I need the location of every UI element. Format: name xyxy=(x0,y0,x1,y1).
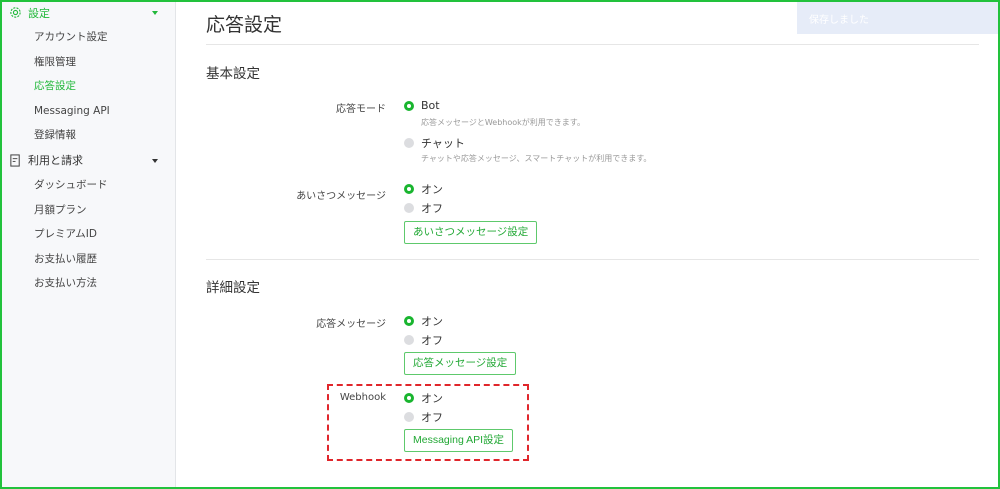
radio-reply-off[interactable]: オフ xyxy=(404,332,443,348)
sidebar-group-settings[interactable]: 設定 xyxy=(0,0,175,25)
page-title: 応答設定 xyxy=(206,14,283,36)
section-title-basic: 基本設定 xyxy=(206,66,260,82)
main-content: 応答設定 基本設定 応答モード Bot 応答メッセージとWebhookが利用でき… xyxy=(206,0,980,452)
radio-label: Bot xyxy=(421,99,440,112)
radio-chat[interactable]: チャット xyxy=(404,135,465,151)
gear-icon xyxy=(10,7,21,18)
radio-label: オフ xyxy=(421,334,443,347)
sidebar: 設定 アカウント設定 権限管理 応答設定 Messaging API 登録情報 … xyxy=(0,0,176,489)
sidebar-item-permissions[interactable]: 権限管理 xyxy=(0,50,175,75)
response-mode-label: 応答モード xyxy=(336,104,386,115)
radio-greeting-on[interactable]: オン xyxy=(404,181,443,197)
invoice-icon xyxy=(10,154,20,167)
sidebar-group-label: 利用と請求 xyxy=(28,154,83,168)
radio-unselected-icon xyxy=(404,138,414,148)
sidebar-group-label: 設定 xyxy=(28,6,50,20)
radio-bot[interactable]: Bot xyxy=(404,99,440,112)
radio-label: オン xyxy=(421,183,443,196)
sidebar-item-premium-id[interactable]: プレミアムID xyxy=(0,222,175,247)
radio-greeting-off[interactable]: オフ xyxy=(404,200,443,216)
sidebar-group-billing[interactable]: 利用と請求 xyxy=(0,148,175,173)
radio-label: オン xyxy=(421,315,443,328)
radio-reply-on[interactable]: オン xyxy=(404,313,443,329)
reply-message-label: 応答メッセージ xyxy=(316,319,386,330)
radio-label: チャット xyxy=(421,137,465,150)
section-title-detail: 詳細設定 xyxy=(206,280,260,296)
webhook-highlight-box xyxy=(327,384,529,461)
chevron-down-icon xyxy=(152,11,158,15)
radio-selected-icon xyxy=(404,184,414,194)
sidebar-item-payment-method[interactable]: お支払い方法 xyxy=(0,271,175,296)
sidebar-item-plan[interactable]: 月額プラン xyxy=(0,198,175,223)
divider xyxy=(206,44,979,45)
divider xyxy=(206,259,979,260)
sidebar-item-payment-history[interactable]: お支払い履歴 xyxy=(0,247,175,272)
sidebar-item-account[interactable]: アカウント設定 xyxy=(0,25,175,50)
radio-selected-icon xyxy=(404,100,414,111)
chevron-down-icon xyxy=(152,158,158,163)
sidebar-item-registration[interactable]: 登録情報 xyxy=(0,123,175,148)
radio-selected-icon xyxy=(404,316,414,326)
greeting-label: あいさつメッセージ xyxy=(296,191,386,202)
bot-description: 応答メッセージとWebhookが利用できます。 xyxy=(421,118,585,127)
radio-label: オフ xyxy=(421,202,443,215)
radio-unselected-icon xyxy=(404,203,414,213)
sidebar-item-messaging-api[interactable]: Messaging API xyxy=(0,99,175,124)
reply-settings-button[interactable]: 応答メッセージ設定 xyxy=(404,352,517,375)
radio-unselected-icon xyxy=(404,335,414,345)
sidebar-item-response[interactable]: 応答設定 xyxy=(0,74,175,99)
greeting-settings-button[interactable]: あいさつメッセージ設定 xyxy=(404,221,538,244)
sidebar-item-dashboard[interactable]: ダッシュボード xyxy=(0,173,175,198)
chat-description: チャットや応答メッセージ、スマートチャットが利用できます。 xyxy=(421,154,652,163)
